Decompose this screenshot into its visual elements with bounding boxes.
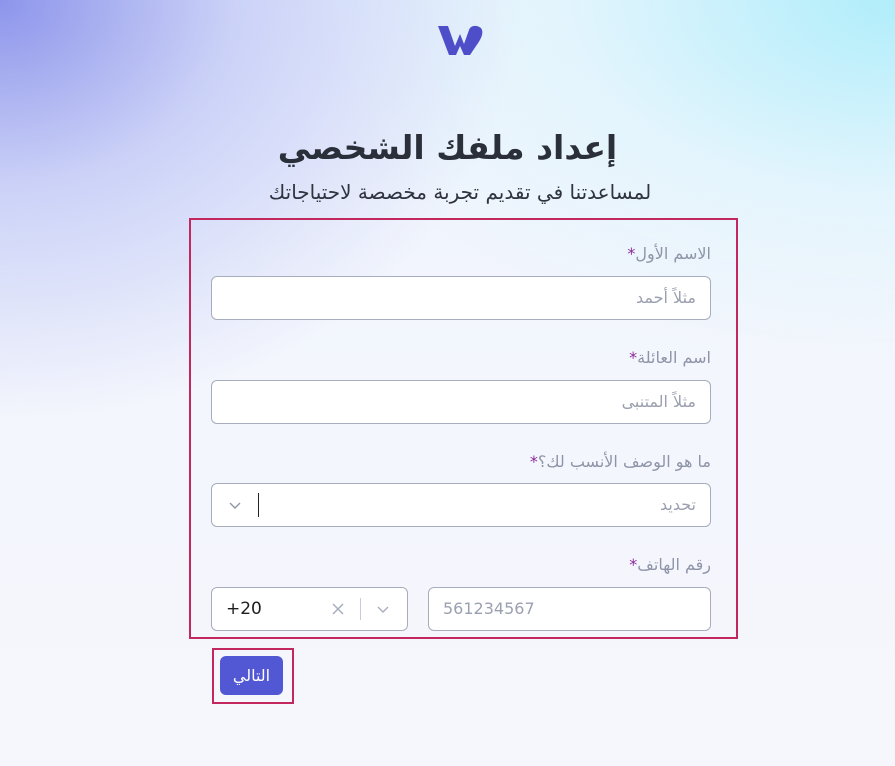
page-title: إعداد ملفك الشخصي — [277, 128, 618, 167]
phone-label: رقم الهاتف* — [629, 555, 711, 574]
first-name-placeholder: مثلاً أحمد — [635, 288, 696, 307]
brand-logo-icon — [436, 22, 486, 60]
first-name-label-text: الاسم الأول — [635, 244, 711, 263]
last-name-input[interactable]: مثلاً المتنبى — [211, 380, 711, 424]
phone-number-input[interactable]: 561234567 — [428, 587, 711, 631]
last-name-placeholder: مثلاً المتنبى — [621, 392, 696, 411]
next-button[interactable]: التالي — [220, 656, 283, 695]
chevron-down-icon[interactable] — [376, 602, 390, 616]
phone-placeholder: 561234567 — [443, 599, 535, 618]
close-icon[interactable] — [330, 601, 346, 617]
description-select[interactable]: تحديد — [211, 483, 711, 527]
chevron-down-icon[interactable] — [228, 498, 242, 512]
page-subtitle: لمساعدتنا في تقديم تجربة مخصصة لاحتياجات… — [268, 180, 652, 204]
divider — [360, 598, 361, 620]
country-code-select[interactable]: +20 — [211, 587, 408, 631]
text-cursor — [258, 493, 259, 517]
description-placeholder: تحديد — [659, 495, 696, 514]
country-code-value: +20 — [226, 599, 262, 619]
description-label-text: ما هو الوصف الأنسب لك؟ — [537, 452, 711, 471]
description-label: ما هو الوصف الأنسب لك؟* — [530, 452, 711, 471]
last-name-label: اسم العائلة* — [629, 348, 711, 367]
phone-label-text: رقم الهاتف — [637, 555, 711, 574]
first-name-input[interactable]: مثلاً أحمد — [211, 276, 711, 320]
first-name-label: الاسم الأول* — [627, 244, 711, 263]
required-mark: * — [629, 348, 638, 367]
required-mark: * — [529, 452, 538, 471]
last-name-label-text: اسم العائلة — [637, 348, 711, 367]
